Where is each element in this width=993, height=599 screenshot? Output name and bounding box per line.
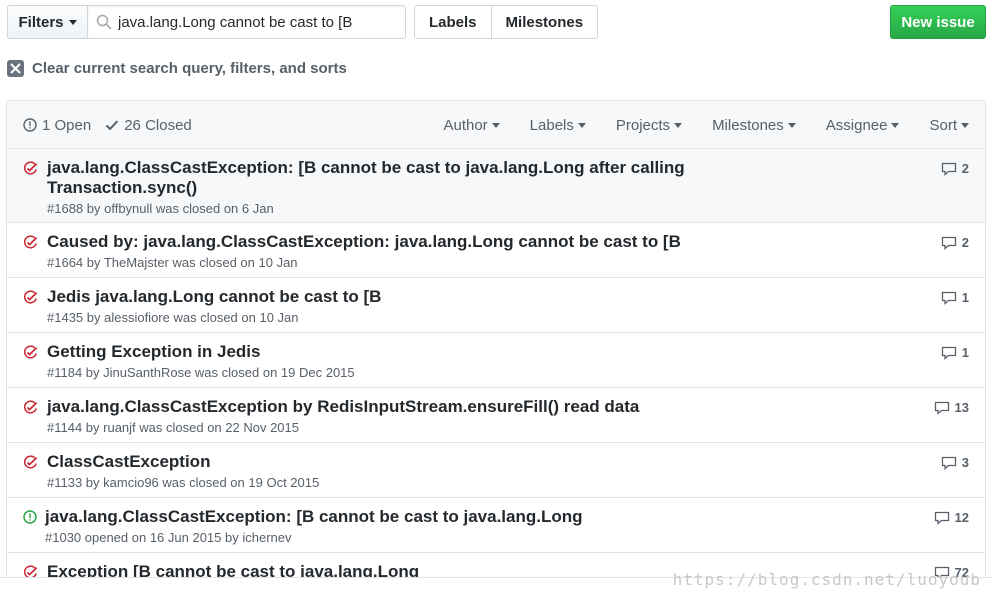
filter-menus: Author Labels Projects Milestones Assign… xyxy=(443,101,969,149)
comment-count: 1 xyxy=(961,290,969,305)
issue-row: java.lang.ClassCastException by RedisInp… xyxy=(7,388,985,443)
issue-row: Getting Exception in Jedis #1184 by Jinu… xyxy=(7,333,985,388)
comment-count: 3 xyxy=(961,455,969,470)
issue-title-link[interactable]: java.lang.ClassCastException by RedisInp… xyxy=(47,397,687,417)
toolbar: Filters Labels Milestones New issue xyxy=(7,5,986,39)
watermark: https://blog.csdn.net/luoyoub xyxy=(672,570,981,589)
labels-menu-label: Labels xyxy=(529,116,574,134)
comment-count-link[interactable]: 12 xyxy=(934,510,969,525)
search-box xyxy=(87,5,406,39)
issue-opened-icon xyxy=(23,118,37,132)
sort-menu-label: Sort xyxy=(929,116,957,134)
comment-count-link[interactable]: 2 xyxy=(941,235,969,250)
comment-count-link[interactable]: 2 xyxy=(941,161,969,176)
issue-closed-icon xyxy=(23,290,38,310)
issue-row: ClassCastException #1133 by kamcio96 was… xyxy=(7,443,985,498)
clear-filters-link[interactable]: Clear current search query, filters, and… xyxy=(7,60,347,77)
issues-list: 1 Open 26 Closed Author Labels Projects … xyxy=(6,100,986,599)
comment-icon xyxy=(934,401,949,415)
projects-menu-label: Projects xyxy=(615,116,671,134)
labels-link[interactable]: Labels xyxy=(415,6,491,38)
x-icon xyxy=(7,60,24,77)
milestones-link[interactable]: Milestones xyxy=(490,6,598,38)
search-icon xyxy=(96,14,112,30)
issue-meta: #1184 by JinuSanthRose was closed on 19 … xyxy=(47,365,355,380)
comment-icon xyxy=(941,346,956,360)
comment-count: 13 xyxy=(954,400,969,415)
issue-closed-icon xyxy=(23,345,38,365)
comment-count: 2 xyxy=(961,161,969,176)
caret-down-icon xyxy=(491,122,500,128)
milestones-menu[interactable]: Milestones xyxy=(712,117,796,134)
issue-title-link[interactable]: java.lang.ClassCastException: [B cannot … xyxy=(47,158,687,198)
caret-down-icon xyxy=(577,122,586,128)
comment-count-link[interactable]: 3 xyxy=(941,455,969,470)
filters-label: Filters xyxy=(18,13,64,31)
issue-row: java.lang.ClassCastException: [B cannot … xyxy=(7,498,985,553)
issue-closed-icon xyxy=(23,161,38,181)
issue-meta: #1133 by kamcio96 was closed on 19 Oct 2… xyxy=(47,475,320,490)
issue-row: Caused by: java.lang.ClassCastException:… xyxy=(7,223,985,278)
issue-meta: #1664 by TheMajster was closed on 10 Jan xyxy=(47,255,298,270)
issue-row: Jedis java.lang.Long cannot be cast to [… xyxy=(7,278,985,333)
issue-meta: #1144 by ruanjf was closed on 22 Nov 201… xyxy=(47,420,299,435)
issue-closed-icon xyxy=(23,400,38,420)
comment-count-link[interactable]: 1 xyxy=(941,345,969,360)
issue-meta: #1688 by offbynull was closed on 6 Jan xyxy=(47,201,274,216)
issues-list-header: 1 Open 26 Closed Author Labels Projects … xyxy=(7,101,985,149)
author-menu-label: Author xyxy=(443,116,488,134)
comment-count: 12 xyxy=(954,510,969,525)
milestones-menu-label: Milestones xyxy=(712,116,784,134)
issue-meta: #1435 by alessiofiore was closed on 10 J… xyxy=(47,310,299,325)
issue-meta: #1030 opened on 16 Jun 2015 by ichernev xyxy=(45,530,292,545)
labels-menu[interactable]: Labels xyxy=(530,117,586,134)
comment-count: 2 xyxy=(961,235,969,250)
assignee-menu-label: Assignee xyxy=(825,116,888,134)
caret-down-icon xyxy=(891,122,900,128)
caret-down-icon xyxy=(68,19,77,25)
closed-filter[interactable]: 26 Closed xyxy=(105,117,192,134)
comment-icon xyxy=(941,456,956,470)
issue-closed-icon xyxy=(23,235,38,255)
new-issue-button[interactable]: New issue xyxy=(890,5,986,39)
issue-closed-icon xyxy=(23,455,38,475)
comment-icon xyxy=(941,236,956,250)
open-count: 1 Open xyxy=(42,116,92,134)
comment-icon xyxy=(941,162,956,176)
check-icon xyxy=(106,120,119,131)
issue-title-link[interactable]: Jedis java.lang.Long cannot be cast to [… xyxy=(47,287,687,307)
comment-count: 1 xyxy=(961,345,969,360)
open-filter[interactable]: 1 Open xyxy=(23,117,91,134)
labels-milestones-nav: Labels Milestones xyxy=(414,5,599,39)
issue-title-link[interactable]: Getting Exception in Jedis xyxy=(47,342,687,362)
issue-title-link[interactable]: ClassCastException xyxy=(47,452,687,472)
caret-down-icon xyxy=(674,122,683,128)
comment-icon xyxy=(934,511,949,525)
closed-count: 26 Closed xyxy=(124,116,192,134)
comment-icon xyxy=(941,291,956,305)
issue-opened-icon xyxy=(23,510,37,529)
state-toggle: 1 Open 26 Closed xyxy=(23,101,206,149)
comment-count-link[interactable]: 1 xyxy=(941,290,969,305)
comment-count-link[interactable]: 13 xyxy=(934,400,969,415)
issue-title-link[interactable]: Caused by: java.lang.ClassCastException:… xyxy=(47,232,687,252)
sort-menu[interactable]: Sort xyxy=(929,117,969,134)
issue-title-link[interactable]: java.lang.ClassCastException: [B cannot … xyxy=(45,507,685,527)
issue-row: java.lang.ClassCastException: [B cannot … xyxy=(7,149,985,223)
projects-menu[interactable]: Projects xyxy=(615,116,683,134)
assignee-menu[interactable]: Assignee xyxy=(826,117,900,134)
caret-down-icon xyxy=(961,122,969,128)
filters-button[interactable]: Filters xyxy=(7,5,88,39)
caret-down-icon xyxy=(787,122,796,128)
search-input[interactable] xyxy=(118,13,398,31)
author-menu[interactable]: Author xyxy=(443,116,500,134)
clear-filters-label: Clear current search query, filters, and… xyxy=(32,60,347,77)
